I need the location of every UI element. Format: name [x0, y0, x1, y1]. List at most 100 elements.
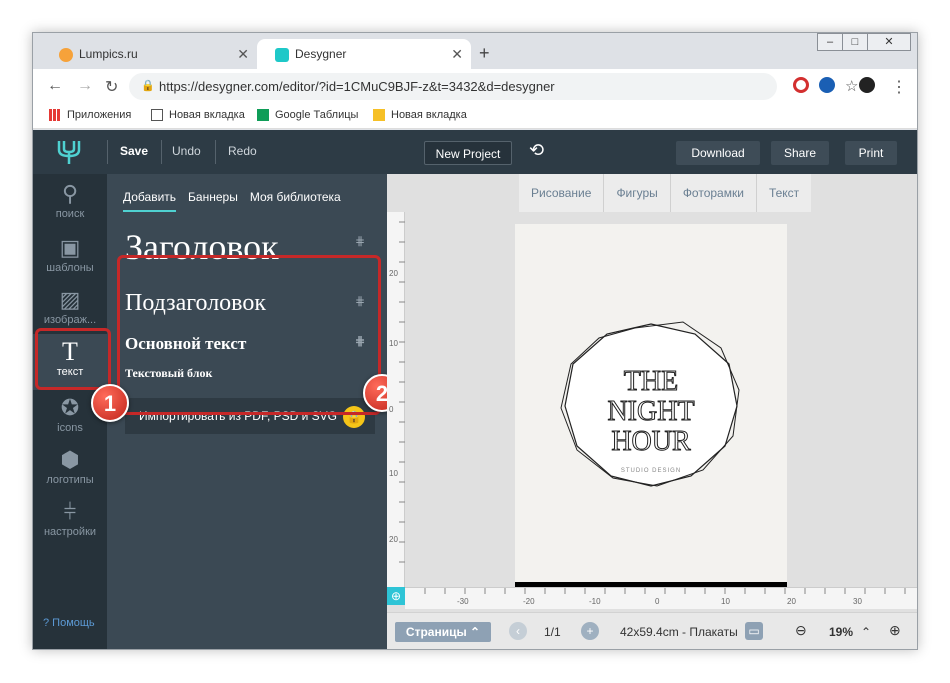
- close-window-icon[interactable]: ✕: [867, 33, 911, 51]
- step-badge-1: 1: [91, 384, 129, 422]
- ruler-label: -20: [523, 597, 535, 606]
- sidebar-item-search[interactable]: ⚲ поиск: [33, 182, 107, 228]
- sidebar-item-label: icons: [57, 422, 83, 434]
- avatar[interactable]: [859, 77, 875, 93]
- ruler-label: -10: [589, 597, 601, 606]
- pages-button[interactable]: Страницы ⌃: [395, 622, 491, 642]
- vpn-extension-icon[interactable]: [819, 77, 835, 93]
- ruler-label: 0: [655, 597, 660, 606]
- reload-icon[interactable]: ↻: [105, 77, 118, 97]
- image-icon: ▨: [59, 287, 81, 312]
- sidebar-item-label: логотипы: [46, 474, 94, 486]
- tool-shapes[interactable]: Фигуры: [604, 174, 671, 212]
- bookmark-new-tab-2[interactable]: Новая вкладка: [373, 109, 467, 121]
- bookmark-star-icon[interactable]: ☆: [845, 73, 858, 100]
- tab-lumpics[interactable]: Lumpics.ru ✕: [41, 39, 257, 69]
- lock-icon: 🔒: [141, 80, 155, 92]
- maximize-icon[interactable]: □: [842, 33, 868, 51]
- tool-text[interactable]: Текст: [757, 174, 811, 212]
- template-icon: ▣: [59, 235, 81, 260]
- canvas-toolbar: Рисование Фигуры Фоторамки Текст: [519, 174, 812, 212]
- star-icon: ✪: [60, 395, 80, 420]
- history-icon[interactable]: ⟲: [529, 140, 544, 161]
- undo-button[interactable]: Undo: [172, 144, 201, 158]
- help-link[interactable]: ? Помощь: [43, 617, 95, 629]
- text-options-highlight: [117, 255, 381, 415]
- share-button[interactable]: Share: [771, 141, 829, 165]
- back-icon[interactable]: ←: [47, 77, 63, 95]
- horizontal-ruler: -30 -20 -10 0 10 20 30: [405, 587, 917, 609]
- pages-label: Страницы: [405, 625, 467, 639]
- sidebar-item-label: шаблоны: [46, 262, 94, 274]
- window-controls: – □ ✕: [817, 33, 911, 51]
- panel-tabs: Добавить Баннеры Моя библиотека: [123, 190, 341, 212]
- new-tab-button[interactable]: +: [479, 43, 490, 64]
- tab-banners[interactable]: Баннеры: [188, 190, 238, 212]
- divider: [107, 140, 108, 164]
- tab-title: Lumpics.ru: [79, 47, 138, 61]
- download-button[interactable]: Download: [676, 141, 760, 165]
- sheets-icon: [257, 109, 269, 121]
- bookmark-apps[interactable]: Приложения: [49, 109, 131, 121]
- sidebar-item-label: изображ...: [43, 314, 97, 326]
- prev-page-icon[interactable]: ‹: [509, 622, 527, 640]
- desygner-app: Save Undo Redo New Project ⟲ Download Sh…: [33, 130, 917, 649]
- sidebar-item-logos[interactable]: ⬢ логотипы: [33, 448, 107, 494]
- bookmark-google-sheets[interactable]: Google Таблицы: [257, 109, 358, 121]
- ruler-label: 10: [389, 469, 398, 478]
- forward-icon[interactable]: →: [77, 77, 93, 95]
- drag-handle-icon[interactable]: ⋕: [355, 234, 365, 249]
- bookmarks-bar: Приложения Новая вкладка Google Таблицы …: [33, 103, 917, 129]
- sidebar-item-label: поиск: [55, 208, 85, 220]
- canvas-size: 42x59.4cm - Плакаты: [620, 625, 738, 639]
- opera-extension-icon[interactable]: [793, 77, 809, 93]
- logo-icon: ⬢: [60, 447, 80, 472]
- zoom-out-icon[interactable]: ⊖: [795, 622, 807, 639]
- editor-toolbar: Save Undo Redo New Project ⟲ Download Sh…: [33, 130, 917, 174]
- ruler-label: 0: [389, 405, 394, 414]
- tool-drawing[interactable]: Рисование: [519, 174, 605, 212]
- sidebar-item-label: настройки: [43, 526, 97, 538]
- poster-canvas[interactable]: THE NIGHT HOUR STUDIO DESIGN: [515, 224, 787, 604]
- apps-grid-icon: [49, 109, 61, 121]
- search-icon: ⚲: [61, 181, 79, 206]
- sidebar-item-templates[interactable]: ▣ шаблоны: [33, 236, 107, 282]
- bookmark-label: Новая вкладка: [391, 109, 467, 121]
- redo-button[interactable]: Redo: [228, 144, 257, 158]
- vertical-ruler: 20 10 0 10 20: [387, 212, 405, 602]
- address-bar-row: ← → ↻ 🔒 https://desygner.com/editor/?id=…: [33, 69, 917, 103]
- page-counter: 1/1: [544, 625, 561, 639]
- ruler-label: 20: [389, 269, 398, 278]
- minimize-icon[interactable]: –: [817, 33, 843, 51]
- print-button[interactable]: Print: [845, 141, 897, 165]
- zoom-menu-icon[interactable]: ⌃: [861, 625, 871, 639]
- bookmark-label: Приложения: [67, 109, 132, 121]
- zoom-in-icon[interactable]: ⊕: [889, 622, 901, 639]
- tab-desygner[interactable]: Desygner ✕: [257, 39, 471, 69]
- tab-my-library[interactable]: Моя библиотека: [250, 190, 341, 212]
- resize-icon[interactable]: ▭: [745, 622, 763, 640]
- menu-icon[interactable]: ⋮: [891, 77, 907, 97]
- zoom-level[interactable]: 19%: [829, 625, 853, 639]
- close-tab-icon[interactable]: ✕: [451, 46, 463, 63]
- tool-photo-frames[interactable]: Фоторамки: [671, 174, 757, 212]
- snap-toggle-icon[interactable]: ⊕: [387, 587, 405, 605]
- bookmark-label: Новая вкладка: [169, 109, 245, 121]
- divider: [161, 140, 162, 164]
- close-tab-icon[interactable]: ✕: [237, 46, 249, 63]
- bookmark-new-tab[interactable]: Новая вкладка: [151, 109, 245, 121]
- ruler-label: 20: [787, 597, 796, 606]
- save-button[interactable]: Save: [120, 144, 148, 158]
- image-bookmark-icon: [373, 109, 385, 121]
- ruler-label: -30: [457, 597, 469, 606]
- sidebar-item-settings[interactable]: ⫩ настройки: [33, 500, 107, 546]
- url-field[interactable]: 🔒 https://desygner.com/editor/?id=1CMuC9…: [129, 73, 858, 100]
- add-page-icon[interactable]: +: [581, 622, 599, 640]
- desygner-logo-icon[interactable]: [55, 138, 85, 166]
- divider: [215, 140, 216, 164]
- canvas-area: Рисование Фигуры Фоторамки Текст 20 10 0…: [387, 174, 917, 612]
- new-project-button[interactable]: New Project: [424, 141, 512, 165]
- ruler-label: 10: [389, 339, 398, 348]
- tab-add[interactable]: Добавить: [123, 190, 177, 212]
- browser-window: Lumpics.ru ✕ Desygner ✕ + – □ ✕ ← → ↻ 🔒 …: [32, 32, 918, 650]
